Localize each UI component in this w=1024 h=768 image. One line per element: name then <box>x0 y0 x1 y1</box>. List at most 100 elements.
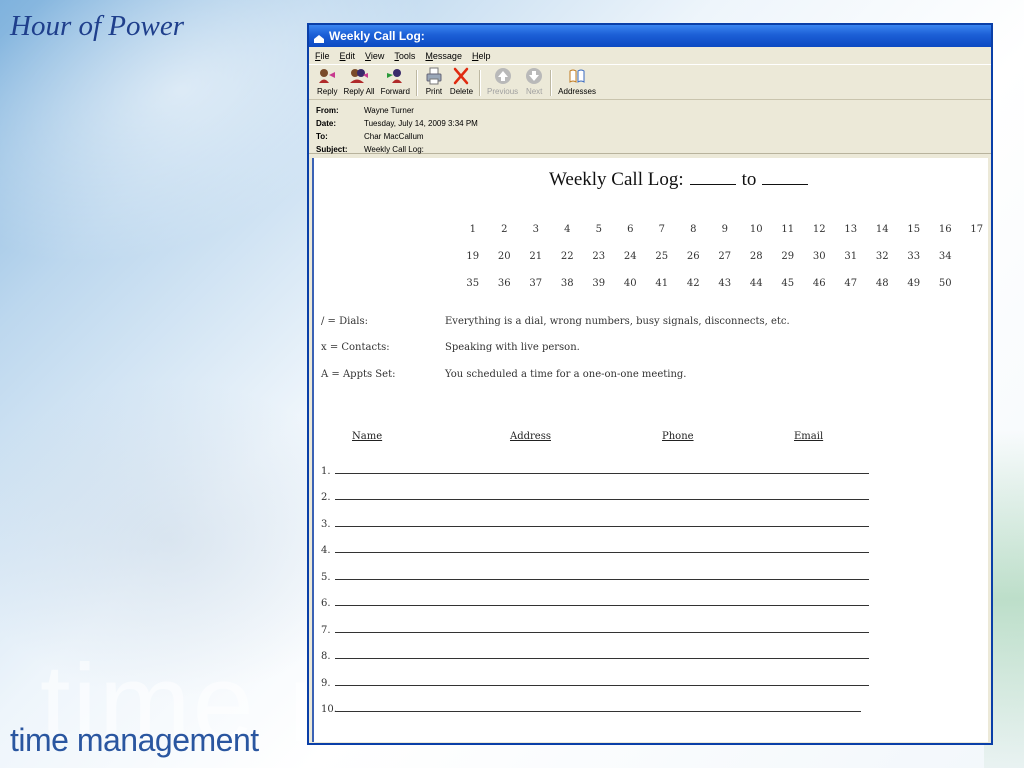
window-title: Weekly Call Log: <box>329 29 425 43</box>
call-number: 32 <box>875 251 889 262</box>
call-number: 28 <box>749 251 763 262</box>
forward-button[interactable]: Forward <box>381 67 410 99</box>
call-number: 40 <box>623 278 637 289</box>
toolbar-separator <box>415 70 418 96</box>
legend-key: / = Dials: <box>321 315 368 327</box>
call-number: 4 <box>564 224 571 235</box>
call-number: 15 <box>907 224 921 235</box>
legend-key: x = Contacts: <box>321 342 390 354</box>
contact-line: 8. <box>321 636 869 662</box>
legend-row: x = Contacts: Speaking with live person. <box>321 335 790 362</box>
line-number: 1. <box>321 465 331 477</box>
legend-key: A = Appts Set: <box>321 368 396 380</box>
contact-line: 1. <box>321 450 869 477</box>
call-number: 42 <box>686 278 700 289</box>
call-number: 12 <box>812 224 826 235</box>
call-number: 33 <box>907 251 921 262</box>
call-log-title-to: to <box>741 169 757 190</box>
reply-all-button[interactable]: Reply All <box>343 67 375 99</box>
slide-title: Hour of Power <box>10 10 184 42</box>
menu-edit[interactable]: Edit <box>340 51 356 61</box>
legend-row: / = Dials: Everything is a dial, wrong nu… <box>321 308 790 335</box>
call-number: 19 <box>466 251 480 262</box>
contact-line: 7. <box>321 609 869 636</box>
from-value: Wayne Turner <box>364 106 414 115</box>
addresses-button[interactable]: Addresses <box>558 67 596 99</box>
blank-line <box>335 684 869 686</box>
call-number: 38 <box>560 278 574 289</box>
slide-footer: time management <box>10 722 259 758</box>
call-number: 39 <box>592 278 606 289</box>
reply-all-icon <box>350 69 369 83</box>
toolbar-separator <box>550 70 553 96</box>
call-number: 5 <box>595 224 602 235</box>
column-phone: Phone <box>662 431 694 442</box>
menu-message[interactable]: Message <box>425 51 462 61</box>
call-number: 50 <box>938 278 952 289</box>
envelope-icon <box>314 32 324 43</box>
blank-line <box>335 551 869 553</box>
call-number: 24 <box>623 251 637 262</box>
call-number: 46 <box>812 278 826 289</box>
call-log-title: Weekly Call Log: to <box>549 169 814 191</box>
delete-button[interactable]: Delete <box>450 67 473 99</box>
reply-button[interactable]: Reply <box>317 67 337 99</box>
menu-view[interactable]: View <box>365 51 384 61</box>
call-number: 8 <box>690 224 697 235</box>
call-number: 34 <box>938 251 952 262</box>
next-button[interactable]: Next <box>524 67 544 99</box>
blank-line <box>335 631 869 633</box>
up-arrow-icon <box>494 68 511 84</box>
reply-icon <box>319 69 336 83</box>
line-number: 9. <box>321 677 331 689</box>
blank-line <box>335 657 869 659</box>
contact-line: 5. <box>321 556 869 583</box>
blank-line <box>335 710 861 712</box>
forward-icon <box>387 69 403 83</box>
call-number: 20 <box>497 251 511 262</box>
call-number: 30 <box>812 251 826 262</box>
subject-value: Weekly Call Log: <box>364 145 424 154</box>
call-number-grid: 123456789101112131415161718 192021222324… <box>457 216 991 297</box>
call-number: 48 <box>875 278 889 289</box>
blank-line <box>335 578 869 580</box>
menu-file[interactable]: File <box>315 51 330 61</box>
call-number: 35 <box>466 278 480 289</box>
date-value: Tuesday, July 14, 2009 3:34 PM <box>364 119 478 128</box>
contact-line: 6. <box>321 583 869 609</box>
delete-icon <box>454 67 469 85</box>
column-email: Email <box>794 431 824 442</box>
subject-label: Subject: <box>316 145 348 154</box>
call-number: 14 <box>875 224 889 235</box>
line-number: 10. <box>321 704 337 715</box>
line-number: 8. <box>321 651 331 662</box>
blank-line <box>335 525 869 527</box>
message-header: From: Wayne Turner Date: Tuesday, July 14,… <box>309 100 991 154</box>
call-number: 3 <box>532 224 539 235</box>
menu-help[interactable]: Help <box>472 51 491 61</box>
line-number: 5. <box>321 571 331 583</box>
call-number: 13 <box>844 224 858 235</box>
call-number: 1 <box>469 224 476 235</box>
call-number: 21 <box>529 251 543 262</box>
print-button[interactable]: Print <box>424 67 444 99</box>
call-number: 25 <box>655 251 669 262</box>
menu-tools[interactable]: Tools <box>394 51 415 61</box>
blank-line <box>335 498 869 500</box>
call-number: 37 <box>529 278 543 289</box>
window-titlebar[interactable]: Weekly Call Log: <box>309 25 991 47</box>
line-number: 3. <box>321 518 331 530</box>
previous-button[interactable]: Previous <box>487 67 518 99</box>
column-address: Address <box>510 431 551 442</box>
line-number: 2. <box>321 492 331 503</box>
call-number: 11 <box>781 224 795 235</box>
blank-line <box>335 604 869 606</box>
message-body[interactable]: Weekly Call Log: to 1 2 3 4 5 6 7 8 9 10 11 12 13 14 15… <box>312 158 988 742</box>
line-number: 6. <box>321 598 331 609</box>
number-row: 123456789101112131415161718 <box>457 216 991 243</box>
call-number: 23 <box>592 251 606 262</box>
toolbar-separator <box>479 70 482 96</box>
call-number: 16 <box>938 224 952 235</box>
call-number: 9 <box>721 224 728 235</box>
address-book-icon <box>569 69 585 83</box>
